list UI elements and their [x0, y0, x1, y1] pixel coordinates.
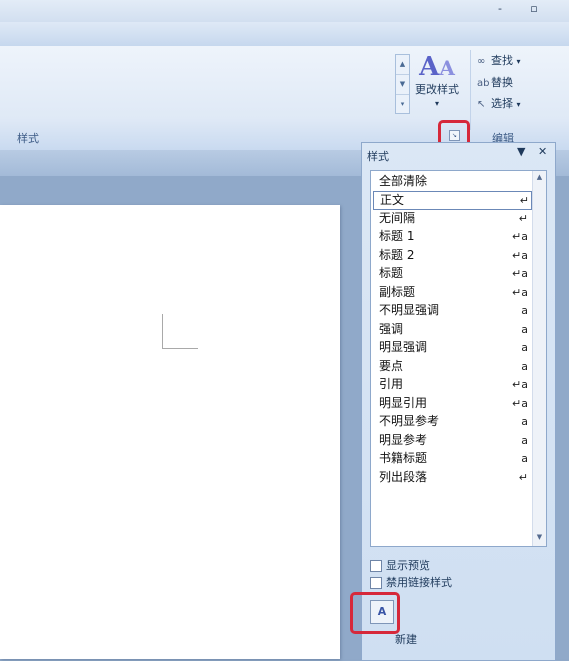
disable-linked-label: 禁用链接样式: [386, 576, 452, 589]
document-page[interactable]: [0, 205, 340, 659]
change-styles-arrow-icon: ▾: [434, 99, 439, 108]
restore-button[interactable]: ▫: [527, 3, 541, 15]
title-bar: - ▫: [0, 0, 569, 22]
style-item[interactable]: 明显参考 a: [373, 432, 530, 449]
replace-label: 替换: [491, 76, 513, 89]
gallery-more-icon[interactable]: ▾: [396, 95, 409, 114]
styles-list-scrollbar[interactable]: ▲ ▼: [532, 171, 546, 546]
style-item[interactable]: 列出段落 ↵: [373, 469, 530, 486]
scroll-up-icon[interactable]: ▲: [533, 171, 546, 184]
replace-button[interactable]: ab 替换: [477, 74, 513, 92]
select-label: 选择: [491, 97, 513, 110]
gallery-scroll-down-icon[interactable]: ▼: [396, 75, 409, 95]
margin-marker-vertical: [162, 314, 163, 349]
style-item[interactable]: 副标题 ↵a: [373, 284, 530, 301]
show-preview-checkbox[interactable]: 显示预览: [370, 557, 430, 573]
cursor-icon: ↖: [477, 99, 486, 110]
style-item[interactable]: 明显引用 ↵a: [373, 395, 530, 412]
select-button[interactable]: ↖ 选择 ▾: [477, 95, 521, 113]
margin-marker-horizontal: [162, 348, 198, 349]
new-style-label: 新建: [395, 633, 417, 646]
minimize-button[interactable]: -: [493, 3, 507, 15]
show-preview-label: 显示预览: [386, 559, 430, 572]
styles-pane: 样式 ▼ ✕ 全部清除 正文 ↵ 无间隔 ↵ 标题 1 ↵a 标题 2 ↵a 标题 ↵a …: [361, 142, 556, 661]
find-button[interactable]: ∞ 查找 ▾: [477, 52, 521, 70]
editing-group: ∞ 查找 ▾ ab 替换 ↖ 选择 ▾: [470, 50, 541, 130]
checkbox-box[interactable]: [370, 560, 382, 572]
change-styles-button[interactable]: AA 更改样式 ▾: [411, 52, 463, 120]
style-item[interactable]: 明显强调 a: [373, 339, 530, 356]
style-item[interactable]: 要点 a: [373, 358, 530, 375]
style-item[interactable]: 不明显强调 a: [373, 302, 530, 319]
highlight-new-style: [350, 592, 400, 634]
checkbox-box[interactable]: [370, 577, 382, 589]
replace-icon: ab: [477, 78, 490, 89]
scroll-down-icon[interactable]: ▼: [533, 531, 546, 544]
style-item[interactable]: 书籍标题 a: [373, 450, 530, 467]
style-item[interactable]: 标题 ↵a: [373, 265, 530, 282]
style-item[interactable]: 引用 ↵a: [373, 376, 530, 393]
styles-group-label: 样式: [17, 132, 39, 145]
style-item[interactable]: 标题 1 ↵a: [373, 228, 530, 245]
style-item[interactable]: 不明显参考 a: [373, 413, 530, 430]
ribbon-tab-strip: [0, 22, 569, 47]
styles-pane-title: 样式: [367, 150, 389, 163]
style-item[interactable]: 无间隔 ↵: [373, 210, 530, 227]
styles-gallery-scroll[interactable]: ▲ ▼ ▾: [395, 54, 410, 114]
gallery-scroll-up-icon[interactable]: ▲: [396, 55, 409, 75]
style-item-selected[interactable]: 正文 ↵: [373, 191, 532, 210]
style-item[interactable]: 标题 2 ↵a: [373, 247, 530, 264]
binoculars-icon: ∞: [477, 56, 486, 67]
change-styles-icon: AA: [419, 52, 455, 82]
pane-close-icon[interactable]: ✕: [538, 145, 547, 158]
style-item[interactable]: 全部清除: [373, 173, 530, 190]
styles-list: 全部清除 正文 ↵ 无间隔 ↵ 标题 1 ↵a 标题 2 ↵a 标题 ↵a 副标题 ↵a 不…: [370, 170, 547, 547]
pane-menu-icon[interactable]: ▼: [517, 145, 525, 158]
find-label: 查找: [491, 54, 513, 67]
style-item[interactable]: 强调 a: [373, 321, 530, 338]
change-styles-label: 更改样式: [415, 83, 459, 96]
disable-linked-styles-checkbox[interactable]: 禁用链接样式: [370, 574, 452, 590]
